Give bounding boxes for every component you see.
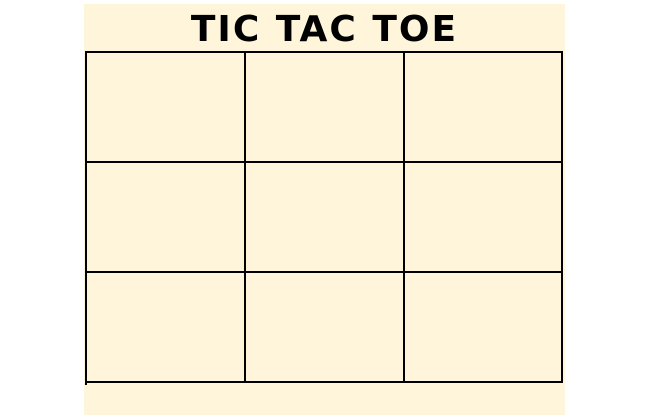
game-panel: TIC TAC TOE	[84, 4, 565, 415]
board-cell-top-center[interactable]	[246, 53, 405, 163]
board-cell-middle-right[interactable]	[405, 163, 563, 273]
game-title: TIC TAC TOE	[190, 9, 459, 50]
board-cell-middle-left[interactable]	[87, 163, 246, 273]
game-stage: TIC TAC TOE	[0, 0, 660, 415]
game-board	[85, 51, 563, 385]
board-cell-bottom-center[interactable]	[246, 273, 405, 383]
board-cell-top-right[interactable]	[405, 53, 563, 163]
board-cell-top-left[interactable]	[87, 53, 246, 163]
board-cell-bottom-left[interactable]	[87, 273, 246, 383]
board-cell-bottom-right[interactable]	[405, 273, 563, 383]
board-cell-center[interactable]	[246, 163, 405, 273]
